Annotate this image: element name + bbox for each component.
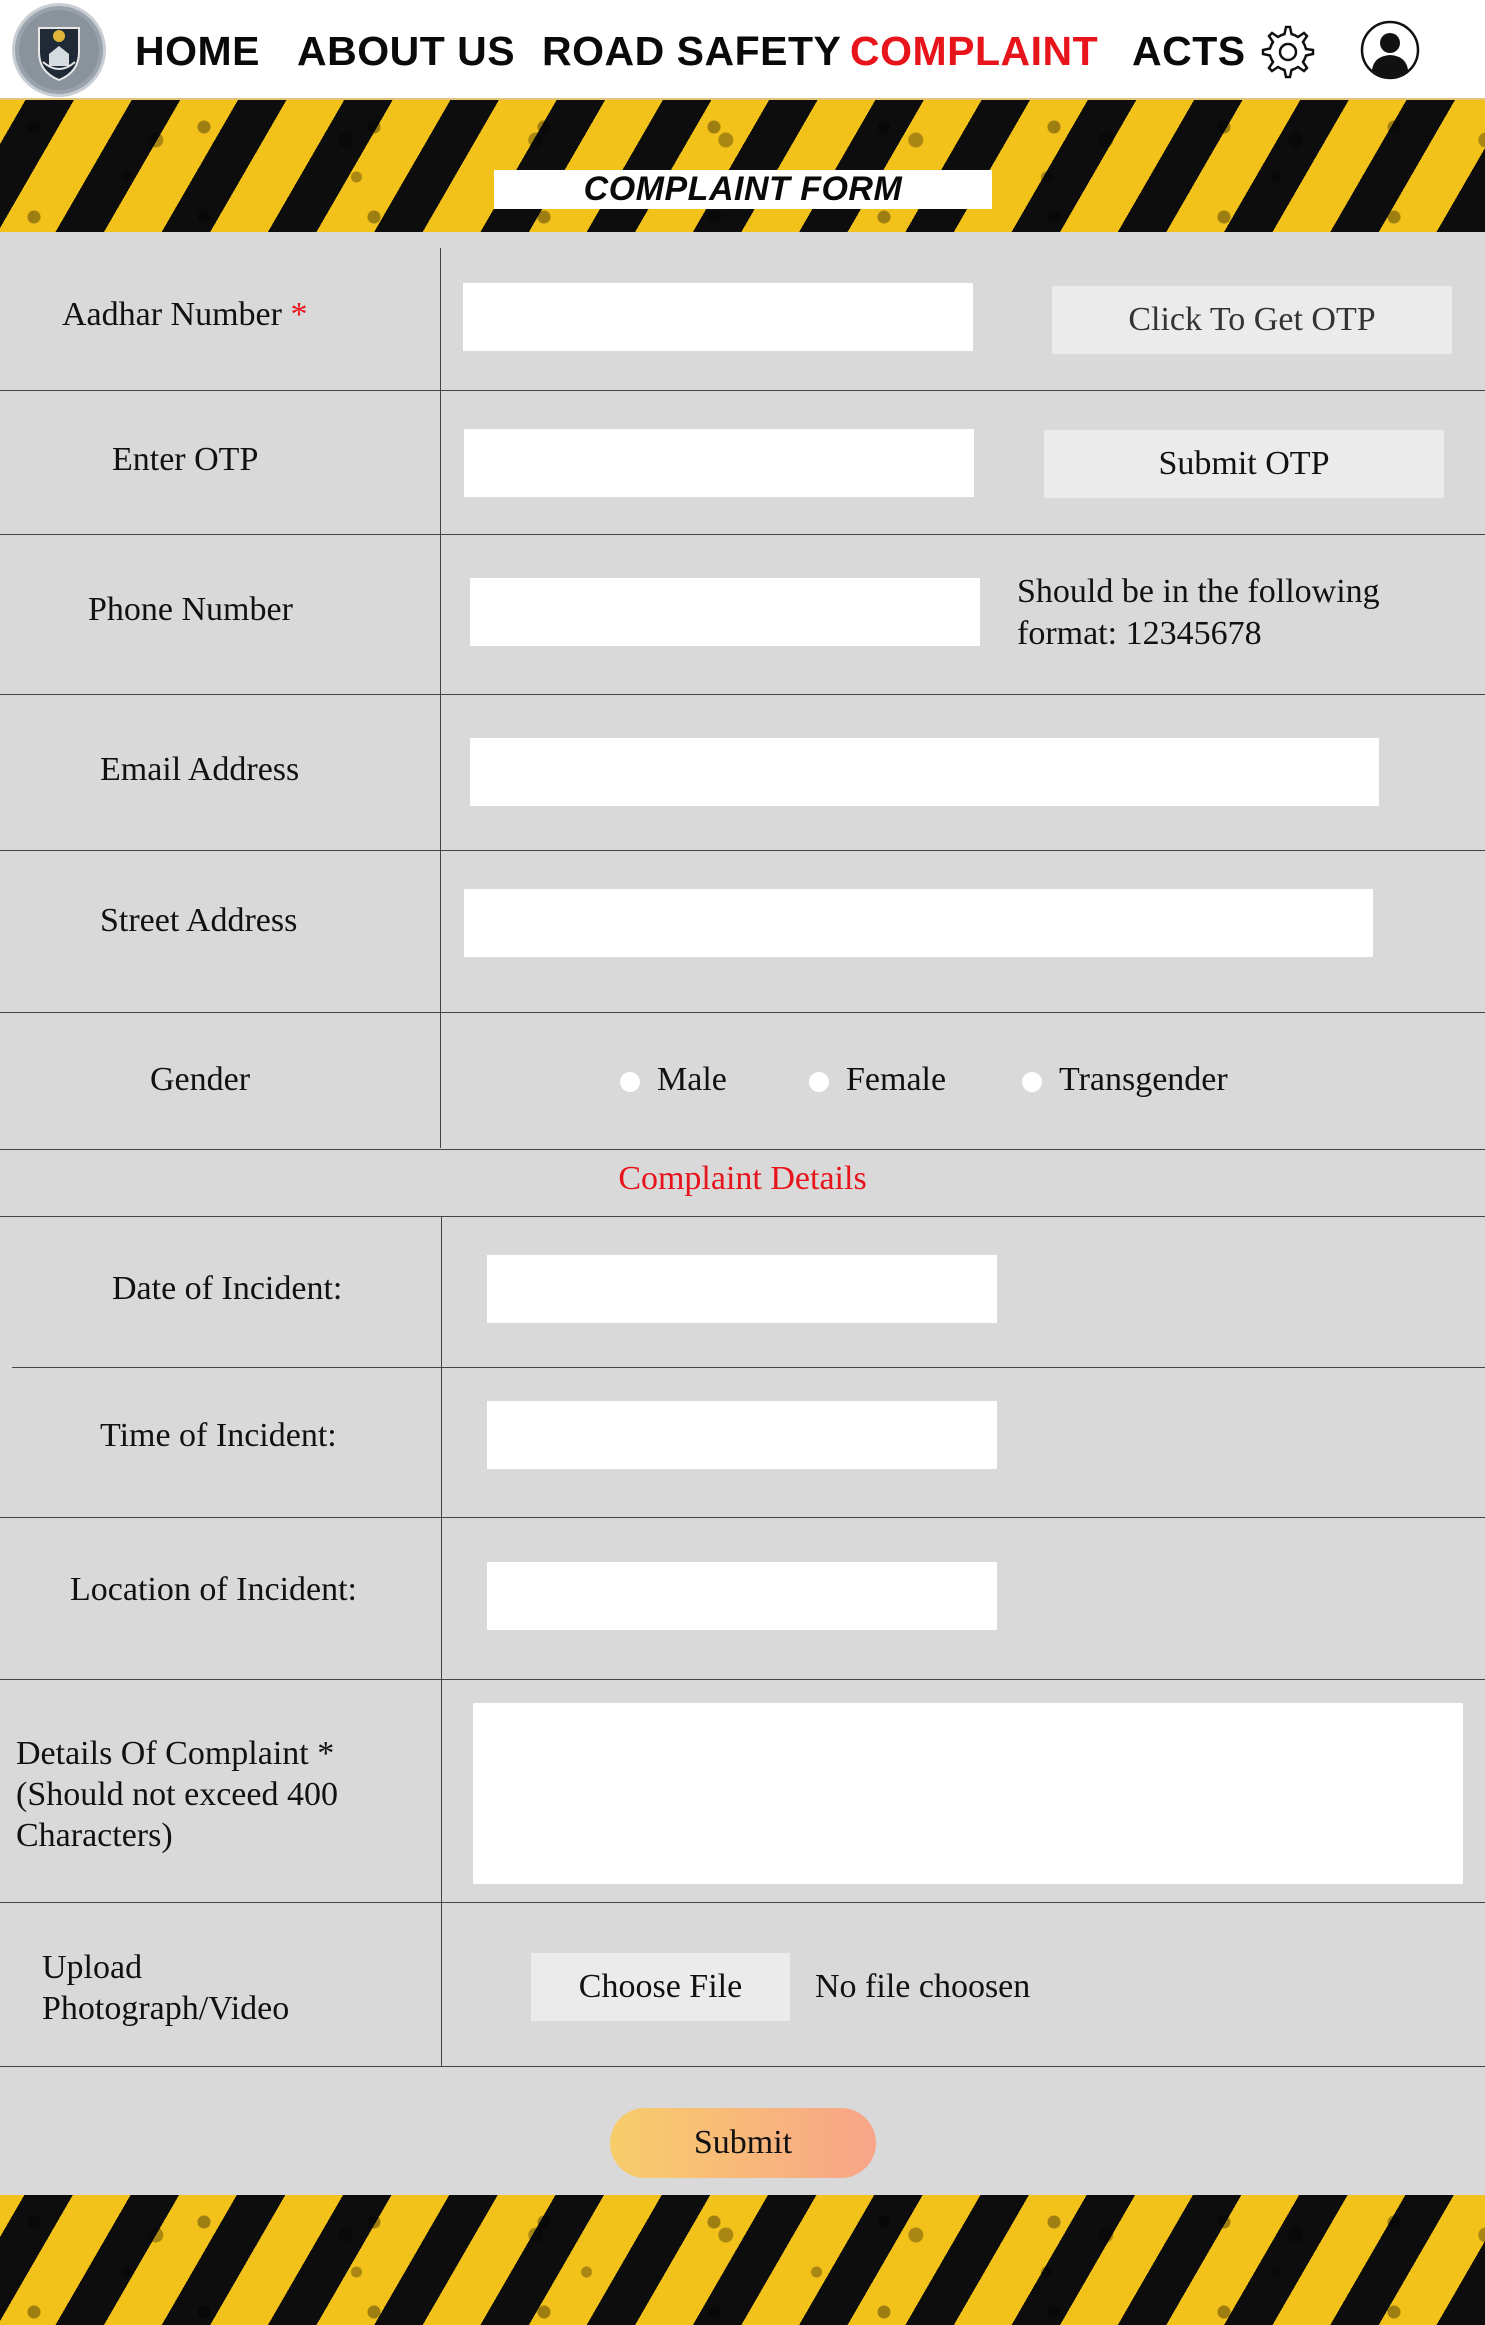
- hazard-footer: [0, 2195, 1485, 2325]
- details-textarea[interactable]: [473, 1703, 1463, 1884]
- aadhar-input[interactable]: [463, 283, 973, 351]
- details-label-line: Characters): [16, 1817, 173, 1854]
- shield-icon: [19, 10, 99, 90]
- nav-acts[interactable]: ACTS: [1132, 28, 1246, 75]
- row-divider: [0, 2066, 1485, 2067]
- row-divider: [0, 1012, 1485, 1013]
- row-divider: [0, 390, 1485, 391]
- date-label: Date of Incident:: [112, 1270, 343, 1307]
- gender-female-label: Female: [846, 1061, 947, 1098]
- row-divider: [0, 850, 1485, 851]
- required-mark: *: [290, 296, 308, 333]
- row-divider: [0, 1902, 1485, 1903]
- details-label: Details Of Complaint * (Should not excee…: [16, 1733, 338, 1856]
- gender-female-radio[interactable]: [809, 1072, 829, 1092]
- phone-input[interactable]: [470, 578, 980, 646]
- row-divider: [0, 694, 1485, 695]
- hazard-banner: [0, 100, 1485, 232]
- complaint-details-heading: Complaint Details: [618, 1160, 867, 1197]
- otp-label: Enter OTP: [112, 441, 259, 478]
- hint-line: Should be in the following: [1017, 573, 1380, 610]
- row-divider: [12, 1367, 1485, 1368]
- date-input[interactable]: [487, 1255, 997, 1323]
- gender-transgender-label: Transgender: [1059, 1061, 1228, 1098]
- logo[interactable]: [12, 3, 106, 97]
- nav-complaint[interactable]: COMPLAINT: [850, 28, 1098, 75]
- row-divider: [0, 1149, 1485, 1150]
- location-input[interactable]: [487, 1562, 997, 1630]
- nav-about-us[interactable]: ABOUT US: [297, 28, 515, 75]
- upload-label: Upload Photograph/Video: [42, 1947, 289, 2029]
- row-divider: [0, 534, 1485, 535]
- choose-file-button[interactable]: Choose File: [531, 1953, 790, 2021]
- gender-label: Gender: [150, 1061, 251, 1098]
- aadhar-label-text: Aadhar Number: [62, 296, 282, 333]
- otp-input[interactable]: [464, 429, 974, 497]
- file-status: No file choosen: [815, 1968, 1031, 2005]
- nav-road-safety[interactable]: ROAD SAFETY: [542, 28, 841, 75]
- aadhar-label: Aadhar Number *: [62, 296, 307, 334]
- gender-male-label: Male: [657, 1061, 727, 1098]
- hint-line: format: 12345678: [1017, 615, 1262, 652]
- submit-otp-button[interactable]: Submit OTP: [1044, 430, 1444, 498]
- time-label: Time of Incident:: [100, 1417, 337, 1454]
- user-icon[interactable]: [1360, 20, 1420, 80]
- column-divider: [441, 1216, 442, 2066]
- location-label: Location of Incident:: [70, 1571, 358, 1608]
- upload-label-line: Upload: [42, 1949, 143, 1986]
- upload-label-line: Photograph/Video: [42, 1990, 290, 2027]
- email-label: Email Address: [100, 751, 300, 788]
- row-divider: [0, 1679, 1485, 1680]
- row-divider: [0, 1216, 1485, 1217]
- column-divider: [440, 248, 441, 1148]
- row-divider: [0, 1517, 1485, 1518]
- details-label-line: (Should not exceed 400: [16, 1776, 338, 1813]
- nav-home[interactable]: HOME: [135, 28, 260, 75]
- gear-icon[interactable]: [1260, 24, 1316, 80]
- get-otp-button[interactable]: Click To Get OTP: [1052, 286, 1452, 354]
- email-input[interactable]: [470, 738, 1379, 806]
- details-label-line: Details Of Complaint *: [16, 1735, 335, 1772]
- street-label: Street Address: [100, 902, 298, 939]
- submit-button[interactable]: Submit: [610, 2108, 876, 2178]
- street-input[interactable]: [464, 889, 1373, 957]
- time-input[interactable]: [487, 1401, 997, 1469]
- phone-format-hint: Should be in the following format: 12345…: [1017, 571, 1380, 655]
- top-nav-bar: HOME ABOUT US ROAD SAFETY COMPLAINT ACTS: [0, 0, 1485, 100]
- phone-label: Phone Number: [88, 591, 293, 628]
- form-title: COMPLAINT FORM: [494, 170, 992, 209]
- gender-transgender-radio[interactable]: [1022, 1072, 1042, 1092]
- gender-male-radio[interactable]: [620, 1072, 640, 1092]
